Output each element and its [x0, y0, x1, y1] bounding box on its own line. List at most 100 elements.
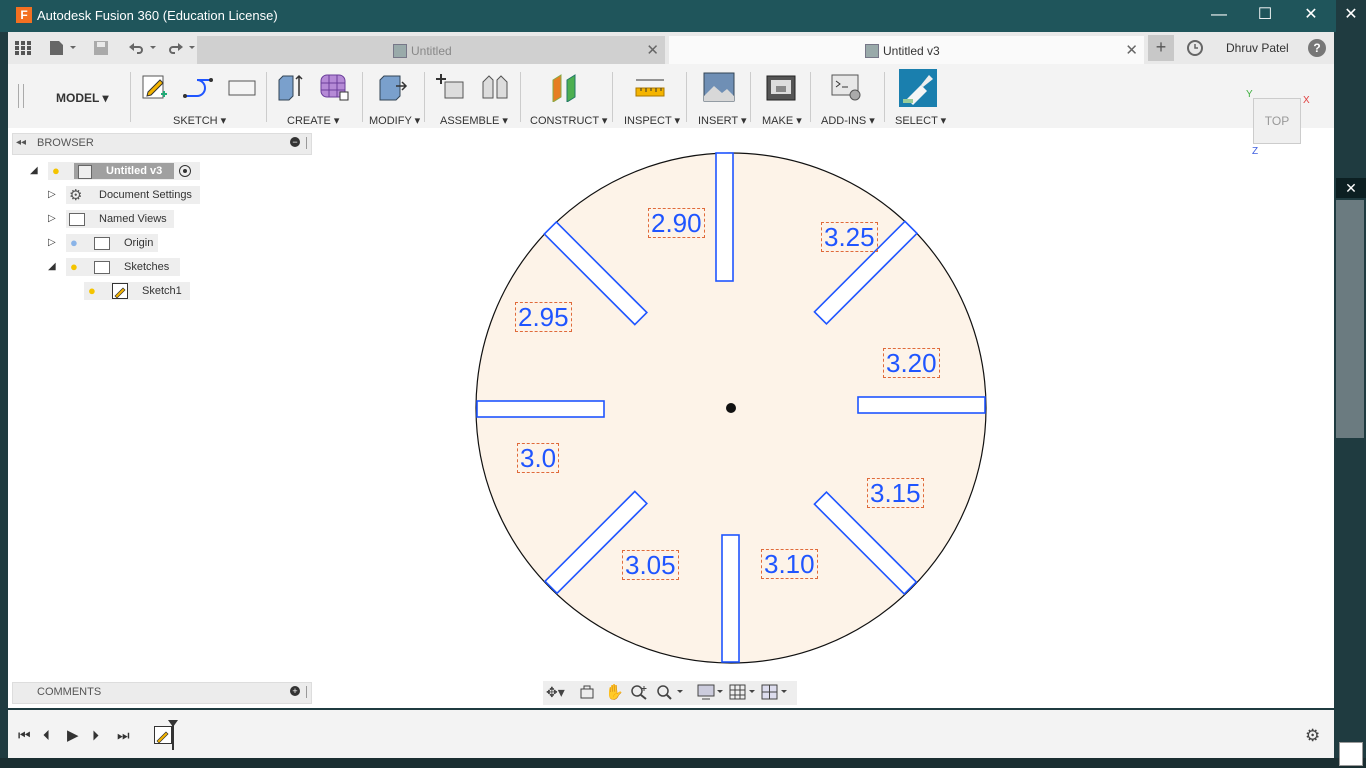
go-to-end-icon[interactable]: ⏭ [117, 727, 130, 744]
file-icon[interactable] [48, 40, 78, 56]
toolbar-separator [612, 72, 613, 122]
group-label: SKETCH [173, 115, 218, 127]
left-edge [0, 32, 8, 768]
slot[interactable] [715, 152, 734, 282]
make-menu[interactable]: MAKE ▾ [762, 114, 802, 127]
create-sketch-icon[interactable] [140, 72, 170, 102]
close-button[interactable]: ✕ [1288, 0, 1334, 32]
form-icon[interactable] [318, 72, 349, 102]
visibility-bulb-icon[interactable]: ● [52, 163, 60, 178]
measure-icon[interactable] [634, 72, 665, 102]
select-menu[interactable]: SELECT ▾ [895, 114, 946, 127]
construct-menu[interactable]: CONSTRUCT ▾ [530, 114, 607, 127]
visibility-bulb-icon[interactable]: ● [88, 283, 96, 298]
grid-settings-icon[interactable] [729, 684, 757, 700]
orbit-icon[interactable]: ✥▾ [546, 684, 565, 701]
display-settings-icon[interactable] [697, 684, 725, 700]
sketch-drawing[interactable] [470, 148, 992, 670]
line-icon[interactable] [183, 72, 213, 102]
visibility-bulb-icon[interactable]: ● [70, 259, 78, 274]
minimize-button[interactable]: — [1196, 0, 1242, 32]
sketch-text[interactable]: 3.05 [622, 550, 679, 580]
collapse-triangle-icon[interactable]: ◢ [48, 261, 56, 272]
toolbar-separator [810, 72, 811, 122]
timeline-marker-head[interactable] [168, 720, 178, 727]
x-axis-label: X [1303, 95, 1310, 106]
tab-close-button[interactable]: ✕ [1125, 41, 1138, 59]
insert-menu[interactable]: INSERT ▾ [698, 114, 747, 127]
expand-triangle-icon[interactable]: ▷ [48, 237, 56, 248]
rectangle-icon[interactable] [227, 72, 257, 102]
expand-triangle-icon[interactable]: ▷ [48, 189, 56, 200]
browser-pin-icon[interactable]: − [290, 137, 300, 147]
pan-icon[interactable]: ✋ [605, 683, 624, 701]
help-icon[interactable]: ? [1308, 39, 1326, 57]
add-comment-icon[interactable]: + [290, 686, 300, 696]
view-cube[interactable]: TOP [1253, 98, 1301, 144]
press-pull-icon[interactable] [376, 72, 408, 102]
maximize-button[interactable]: ☐ [1242, 0, 1288, 32]
sketch-text[interactable]: 2.90 [648, 208, 705, 238]
sketch-text[interactable]: 2.95 [515, 302, 572, 332]
scripts-icon[interactable] [831, 72, 861, 102]
viewports-icon[interactable] [761, 684, 789, 700]
save-icon[interactable] [92, 40, 110, 56]
toolbar-grip[interactable] [18, 84, 24, 108]
new-component-icon[interactable] [435, 72, 465, 102]
create-menu[interactable]: CREATE ▾ [287, 114, 339, 127]
fit-icon[interactable] [657, 684, 687, 700]
new-tab-button[interactable]: + [1148, 35, 1174, 61]
step-forward-icon[interactable]: ⏵ [92, 727, 99, 744]
add-ins-menu[interactable]: ADD-INS ▾ [821, 114, 875, 127]
activate-radio-icon[interactable] [179, 165, 191, 177]
slot[interactable] [476, 400, 605, 418]
tab-close-button[interactable]: ✕ [646, 41, 659, 59]
slot[interactable] [857, 396, 986, 414]
sketch-text[interactable]: 3.10 [761, 549, 818, 579]
visibility-bulb-icon[interactable]: ● [70, 235, 78, 250]
sketch-text[interactable]: 3.15 [867, 478, 924, 508]
zoom-icon[interactable] [631, 684, 649, 700]
expand-triangle-icon[interactable]: ▷ [48, 213, 56, 224]
tab-label: Untitled v3 [883, 44, 940, 58]
sketch-text[interactable]: 3.20 [883, 348, 940, 378]
go-to-start-icon[interactable]: ⏮ [18, 727, 31, 744]
inspect-menu[interactable]: INSPECT ▾ [624, 114, 680, 127]
gear-icon[interactable]: ⚙ [1305, 726, 1320, 746]
collapse-browser-icon[interactable]: ◂◂ [16, 137, 26, 148]
redo-icon[interactable] [168, 40, 200, 56]
folder-icon [69, 213, 85, 226]
insert-image-icon[interactable] [703, 72, 735, 102]
group-label: MODIFY [369, 115, 412, 127]
workspace-switcher[interactable]: MODEL ▾ [56, 91, 108, 105]
group-label: CREATE [287, 115, 331, 127]
modify-menu[interactable]: MODIFY ▾ [369, 114, 420, 127]
clock-icon[interactable] [1186, 39, 1204, 57]
step-back-icon[interactable]: ⏴ [43, 727, 50, 744]
tree-item-label: Named Views [99, 213, 167, 225]
play-icon[interactable]: ▶ [67, 726, 79, 744]
timeline-sketch-icon[interactable] [154, 726, 172, 744]
slot[interactable] [721, 534, 740, 663]
tab-untitled[interactable]: Untitled ✕ [197, 36, 665, 64]
tab-untitled-v3[interactable]: Untitled v3 ✕ [669, 36, 1144, 64]
select-icon[interactable] [899, 69, 937, 107]
sketch-text[interactable]: 3.0 [517, 443, 560, 473]
toolbar-separator [266, 72, 267, 122]
extrude-icon[interactable] [275, 72, 305, 102]
toolbar-separator [130, 72, 131, 122]
assemble-menu[interactable]: ASSEMBLE ▾ [440, 114, 508, 127]
sketch-menu[interactable]: SKETCH ▾ [173, 114, 226, 127]
joint-icon[interactable] [479, 72, 509, 102]
sketch-text[interactable]: 3.25 [821, 222, 878, 252]
background-panel-close-icon: ✕ [1336, 178, 1366, 198]
center-point[interactable] [726, 403, 736, 413]
offset-plane-icon[interactable] [550, 72, 580, 103]
user-name[interactable]: Dhruv Patel [1226, 41, 1289, 55]
group-label: SELECT [895, 115, 938, 127]
look-at-icon[interactable] [580, 685, 594, 699]
grid-icon[interactable] [14, 40, 32, 56]
collapse-triangle-icon[interactable]: ◢ [30, 165, 38, 176]
3d-print-icon[interactable] [765, 72, 796, 102]
undo-icon[interactable] [126, 40, 158, 56]
